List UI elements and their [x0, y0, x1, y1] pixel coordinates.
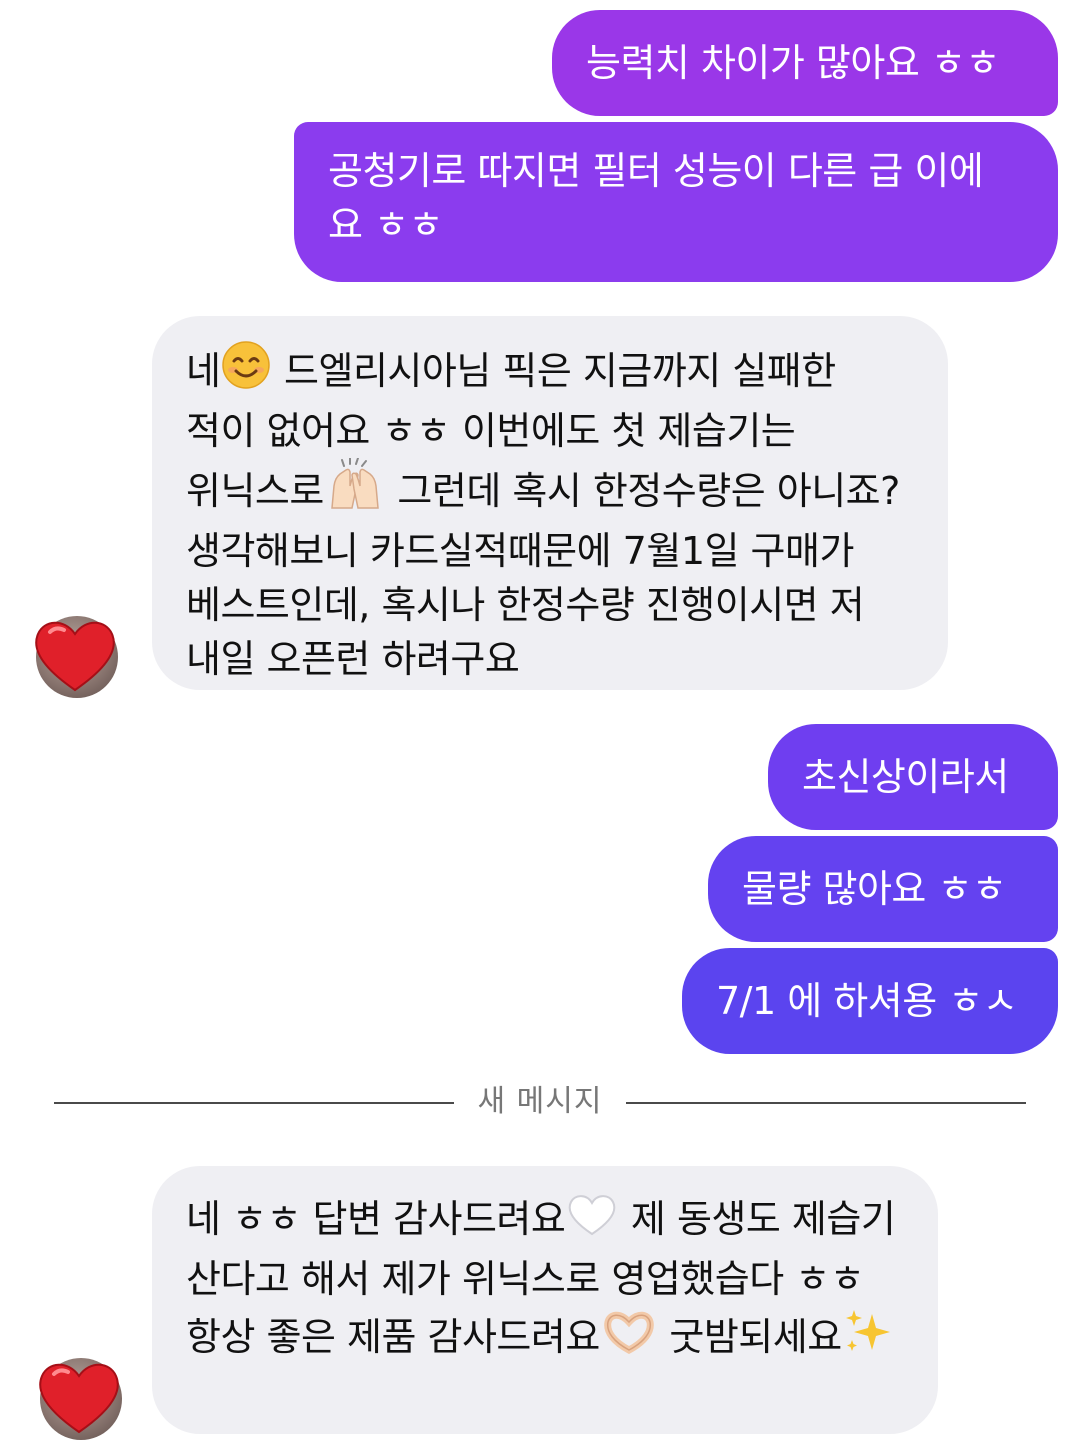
- message-text-line-2: 요 ㅎㅎ: [328, 203, 443, 247]
- message-text: 초신상이라서: [802, 755, 1009, 799]
- message-text-line-1: 공청기로 따지면 필터 성능이 다른 급 이에: [328, 149, 984, 193]
- chat-screen: 능력치 차이가 많아요 ㅎㅎ 공청기로 따지면 필터 성능이 다른 급 이에 요…: [0, 0, 1080, 1440]
- message-text: 네: [186, 349, 221, 393]
- message-text: 능력치 차이가 많아요 ㅎㅎ: [586, 41, 1000, 85]
- raised-hands-icon: [324, 457, 386, 524]
- sender-avatar[interactable]: [39, 1358, 122, 1440]
- message-text: 7/1 에 하셔용 ㅎㅅ: [716, 979, 1018, 1023]
- incoming-message-2[interactable]: 네 ㅎㅎ 답변 감사드려요 제 동생도 제습기 산다고 해서 제가 위닉스로 영…: [152, 1166, 938, 1434]
- message-text-end: 굿밤되세요: [657, 1315, 842, 1359]
- red-heart-reaction-icon: [35, 621, 115, 692]
- message-text: 물량 많아요 ㅎㅎ: [742, 867, 1007, 911]
- outgoing-message-3[interactable]: 초신상이라서: [768, 724, 1058, 830]
- message-text: 네 ㅎㅎ 답변 감사드려요: [186, 1197, 566, 1241]
- outgoing-message-1[interactable]: 능력치 차이가 많아요 ㅎㅎ: [552, 10, 1058, 116]
- incoming-message-1[interactable]: 네 드엘리시아님 픽은 지금까지 실패한 적이 없어요 ㅎㅎ 이번에도 첫 제습…: [152, 316, 948, 690]
- red-heart-reaction-icon: [39, 1363, 119, 1434]
- outgoing-message-5[interactable]: 7/1 에 하셔용 ㅎㅅ: [682, 948, 1058, 1054]
- smiling-face-icon: [220, 340, 272, 404]
- outgoing-message-4[interactable]: 물량 많아요 ㅎㅎ: [708, 836, 1058, 942]
- outgoing-message-2[interactable]: 공청기로 따지면 필터 성능이 다른 급 이에 요 ㅎㅎ: [294, 122, 1058, 282]
- divider-line-right: [626, 1102, 1026, 1104]
- new-messages-divider: 새 메시지: [54, 1080, 1026, 1124]
- heart-hands-icon: [600, 1308, 658, 1370]
- sparkles-icon: [842, 1306, 894, 1370]
- sender-avatar[interactable]: [35, 616, 118, 698]
- white-heart-icon: [565, 1190, 619, 1252]
